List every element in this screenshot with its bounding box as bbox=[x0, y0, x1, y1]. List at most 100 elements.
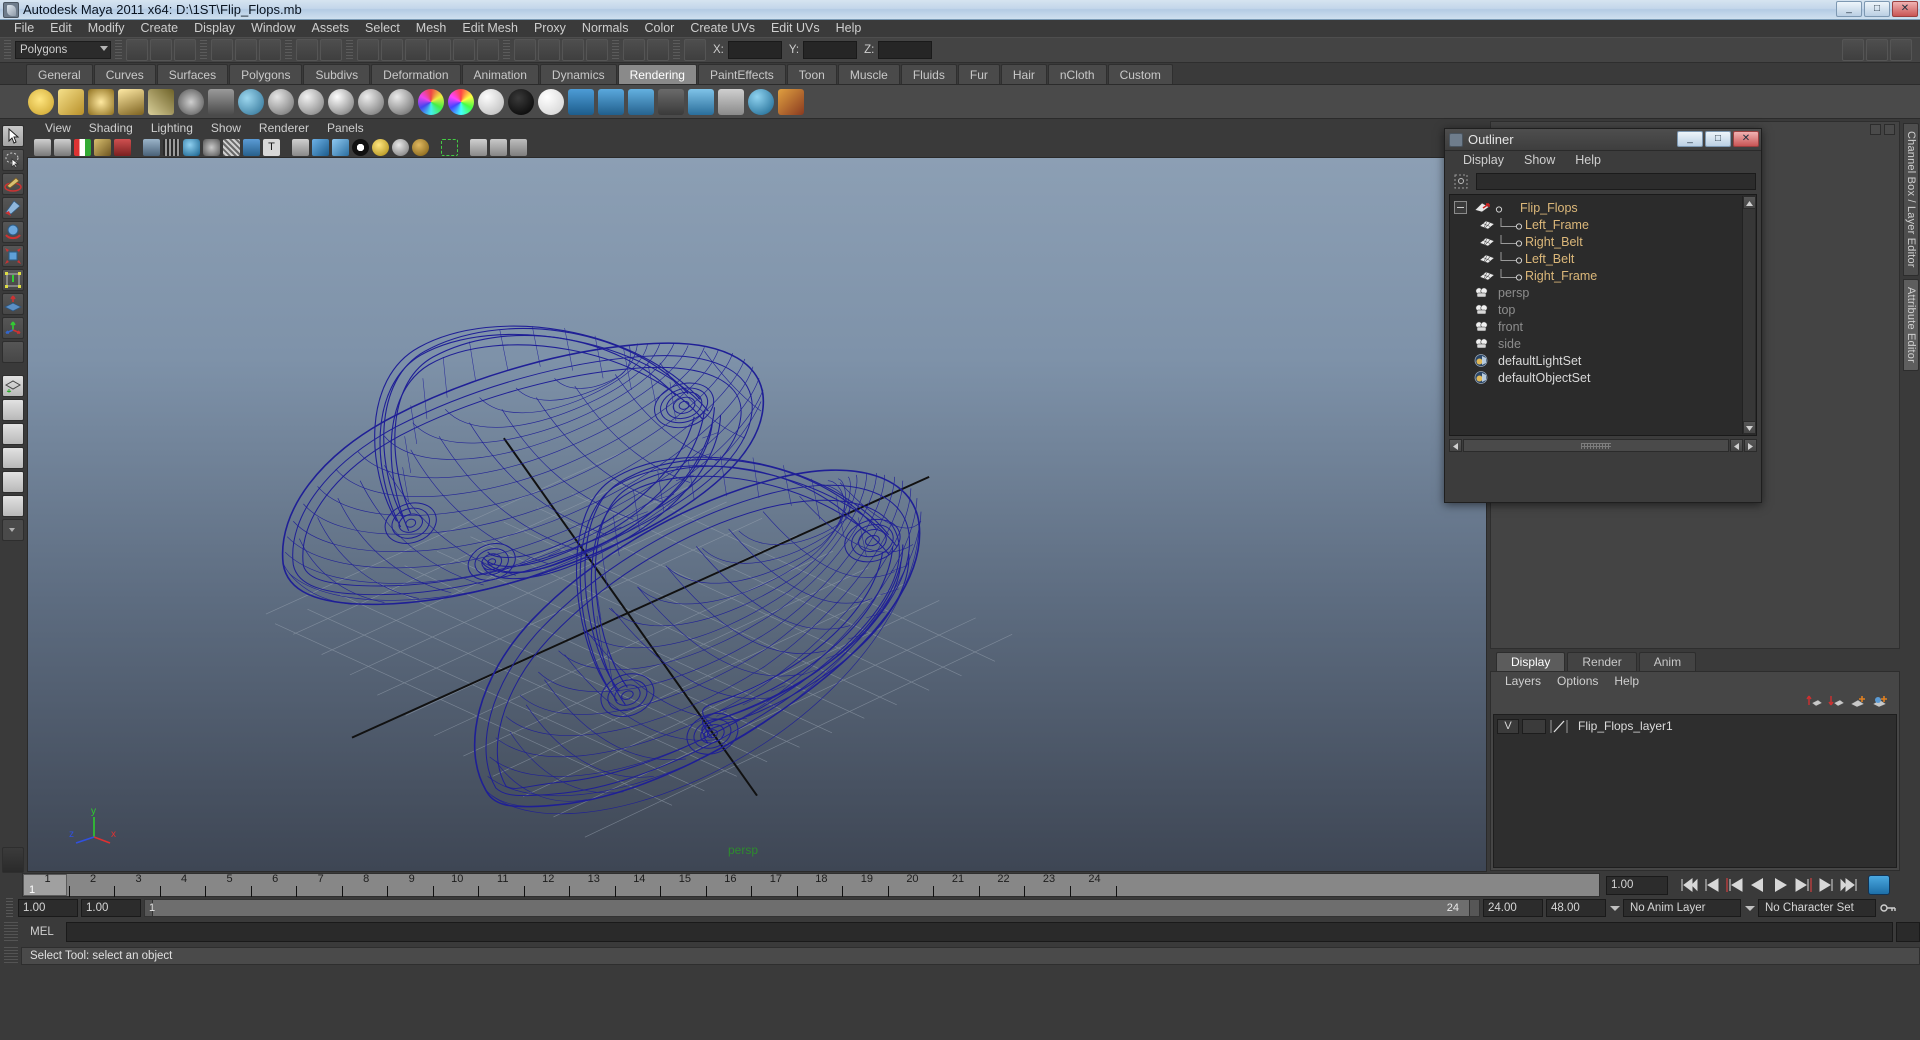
snap-to-view-plane-button[interactable] bbox=[453, 39, 475, 61]
shelf-paint-effects-icon[interactable] bbox=[778, 88, 804, 115]
open-scene-button[interactable] bbox=[150, 39, 172, 61]
menuset-selector[interactable]: Polygons bbox=[15, 41, 111, 59]
shelf-ramp-shader-icon[interactable] bbox=[418, 88, 444, 115]
quick-layout-more-button[interactable] bbox=[2, 519, 24, 541]
shelf-tab-subdivs[interactable]: Subdivs bbox=[303, 64, 371, 84]
image-plane-icon[interactable] bbox=[94, 138, 111, 156]
go-to-end-button[interactable] bbox=[1839, 875, 1860, 895]
exposure-icon[interactable] bbox=[223, 138, 240, 156]
select-camera-icon[interactable] bbox=[34, 138, 51, 156]
animation-start-time-field[interactable]: 1.00 bbox=[18, 899, 78, 917]
rotate-tool-button[interactable] bbox=[2, 221, 24, 243]
toolbar-grip[interactable] bbox=[115, 40, 122, 60]
move-layer-down-icon[interactable] bbox=[1828, 694, 1845, 709]
character-set-selector[interactable]: No Character Set bbox=[1758, 899, 1876, 917]
select-by-object-type-button[interactable] bbox=[296, 39, 318, 61]
shelf-tab-dynamics[interactable]: Dynamics bbox=[539, 64, 617, 84]
open-render-view-button[interactable] bbox=[514, 39, 536, 61]
range-slider-grip[interactable] bbox=[6, 898, 13, 918]
select-tool-button[interactable] bbox=[2, 125, 24, 147]
layer-menu-options[interactable]: Options bbox=[1549, 672, 1606, 690]
viewport-menu-renderer[interactable]: Renderer bbox=[250, 119, 318, 137]
shelf-use-background-icon[interactable] bbox=[508, 88, 534, 115]
outliner-close-button[interactable]: ✕ bbox=[1733, 131, 1759, 147]
menu-create-uvs[interactable]: Create UVs bbox=[682, 20, 763, 37]
time-slider-grip[interactable] bbox=[0, 873, 22, 897]
snap-to-curve-button[interactable] bbox=[381, 39, 403, 61]
shelf-tab-surfaces[interactable]: Surfaces bbox=[156, 64, 229, 84]
layer-playback-toggle[interactable] bbox=[1522, 718, 1546, 734]
layer-visibility-toggle[interactable]: V bbox=[1497, 718, 1519, 734]
paint-selection-tool-button[interactable] bbox=[2, 173, 24, 195]
step-back-frame-button[interactable] bbox=[1724, 875, 1745, 895]
ipr-render-button[interactable] bbox=[562, 39, 584, 61]
outliner-menu-display[interactable]: Display bbox=[1453, 151, 1514, 170]
shelf-area-light-icon[interactable] bbox=[148, 88, 174, 115]
shelf-tab-custom[interactable]: Custom bbox=[1107, 64, 1173, 84]
wireframe-shading-icon[interactable] bbox=[292, 138, 309, 156]
shelf-tab-rendering[interactable]: Rendering bbox=[617, 64, 697, 84]
shelf-tab-deformation[interactable]: Deformation bbox=[371, 64, 461, 84]
step-back-key-button[interactable] bbox=[1701, 875, 1722, 895]
outliner-menu-help[interactable]: Help bbox=[1565, 151, 1611, 170]
viewport-menu-lighting[interactable]: Lighting bbox=[142, 119, 202, 137]
universal-manipulator-button[interactable] bbox=[2, 269, 24, 291]
menu-display[interactable]: Display bbox=[186, 20, 243, 37]
layer-editor-tab-anim[interactable]: Anim bbox=[1638, 652, 1697, 671]
shelf-directional-light-icon[interactable] bbox=[58, 88, 84, 115]
shelf-tab-fluids[interactable]: Fluids bbox=[900, 64, 957, 84]
shelf-file-texture-icon[interactable] bbox=[658, 88, 684, 115]
menu-select[interactable]: Select bbox=[357, 20, 408, 37]
shelf-tab-muscle[interactable]: Muscle bbox=[837, 64, 900, 84]
toolbar-grip[interactable] bbox=[285, 40, 292, 60]
shelf-env-texture-icon[interactable] bbox=[628, 88, 654, 115]
vertical-tab-channel-box-layer-editor[interactable]: Channel Box / Layer Editor bbox=[1903, 123, 1919, 276]
open-attribute-editor-button[interactable] bbox=[1866, 39, 1888, 61]
shelf-tab-fur[interactable]: Fur bbox=[957, 64, 1000, 84]
render-settings-button[interactable] bbox=[586, 39, 608, 61]
panel-close-icon[interactable] bbox=[1884, 124, 1895, 135]
select-by-component-type-button[interactable] bbox=[320, 39, 342, 61]
animation-preferences-button[interactable] bbox=[1868, 875, 1890, 895]
maya-help-logo-icon[interactable] bbox=[2, 847, 24, 873]
current-time-field[interactable]: 1.00 bbox=[1606, 875, 1668, 895]
play-forwards-button[interactable] bbox=[1770, 875, 1791, 895]
select-by-hierarchy-button[interactable] bbox=[259, 39, 281, 61]
film-gate-icon[interactable] bbox=[163, 138, 180, 156]
outliner-item-left_belt[interactable]: Left_Belt bbox=[1450, 250, 1756, 267]
anim-layer-chevron-icon[interactable] bbox=[1609, 899, 1620, 917]
play-backwards-button[interactable] bbox=[1747, 875, 1768, 895]
outliner-filter-icon[interactable] bbox=[1450, 173, 1472, 190]
shelf-ramp-texture-icon[interactable] bbox=[688, 88, 714, 115]
shelf-phong-material-icon[interactable] bbox=[328, 88, 354, 115]
panel-zoom-icon[interactable] bbox=[490, 138, 507, 156]
layer-list[interactable]: V Flip_Flops_layer1 bbox=[1493, 714, 1897, 868]
outliner-menu-show[interactable]: Show bbox=[1514, 151, 1565, 170]
perspective-viewport[interactable]: persp y x z bbox=[27, 157, 1487, 872]
maximize-button[interactable]: □ bbox=[1864, 1, 1890, 17]
layer-color-swatch-icon[interactable] bbox=[1549, 719, 1571, 734]
construction-history-button[interactable] bbox=[684, 39, 706, 61]
viewport-menu-shading[interactable]: Shading bbox=[80, 119, 142, 137]
outliner-item-front[interactable]: front bbox=[1450, 318, 1756, 335]
shelf-ambient-light-icon[interactable] bbox=[28, 88, 54, 115]
outliner-window[interactable]: Outliner _ □ ✕ Display Show Help Flip_Flop… bbox=[1444, 128, 1762, 503]
viewport-menu-show[interactable]: Show bbox=[202, 119, 250, 137]
use-all-lights-icon[interactable] bbox=[392, 138, 409, 156]
shelf-tab-painteffects[interactable]: PaintEffects bbox=[697, 64, 786, 84]
shelf-sphere-env-icon[interactable] bbox=[748, 88, 774, 115]
viewport-menu-panels[interactable]: Panels bbox=[318, 119, 373, 137]
toolbar-grip[interactable] bbox=[200, 40, 207, 60]
shelf-tab-hair[interactable]: Hair bbox=[1000, 64, 1047, 84]
hscroll-thumb[interactable] bbox=[1463, 439, 1729, 452]
snap-to-grid-button[interactable] bbox=[357, 39, 379, 61]
help-line-grip[interactable] bbox=[4, 947, 18, 965]
shelf-render-layers-icon[interactable] bbox=[208, 88, 234, 115]
smooth-shade-selected-icon[interactable] bbox=[332, 138, 349, 156]
menu-mesh[interactable]: Mesh bbox=[408, 20, 455, 37]
toolbar-grip[interactable] bbox=[673, 40, 680, 60]
shelf-tab-ncloth[interactable]: nCloth bbox=[1047, 64, 1107, 84]
shelf-color-picker-icon[interactable] bbox=[448, 88, 474, 115]
shelf-texture-3d-icon[interactable] bbox=[598, 88, 624, 115]
xray-icon[interactable] bbox=[243, 138, 260, 156]
